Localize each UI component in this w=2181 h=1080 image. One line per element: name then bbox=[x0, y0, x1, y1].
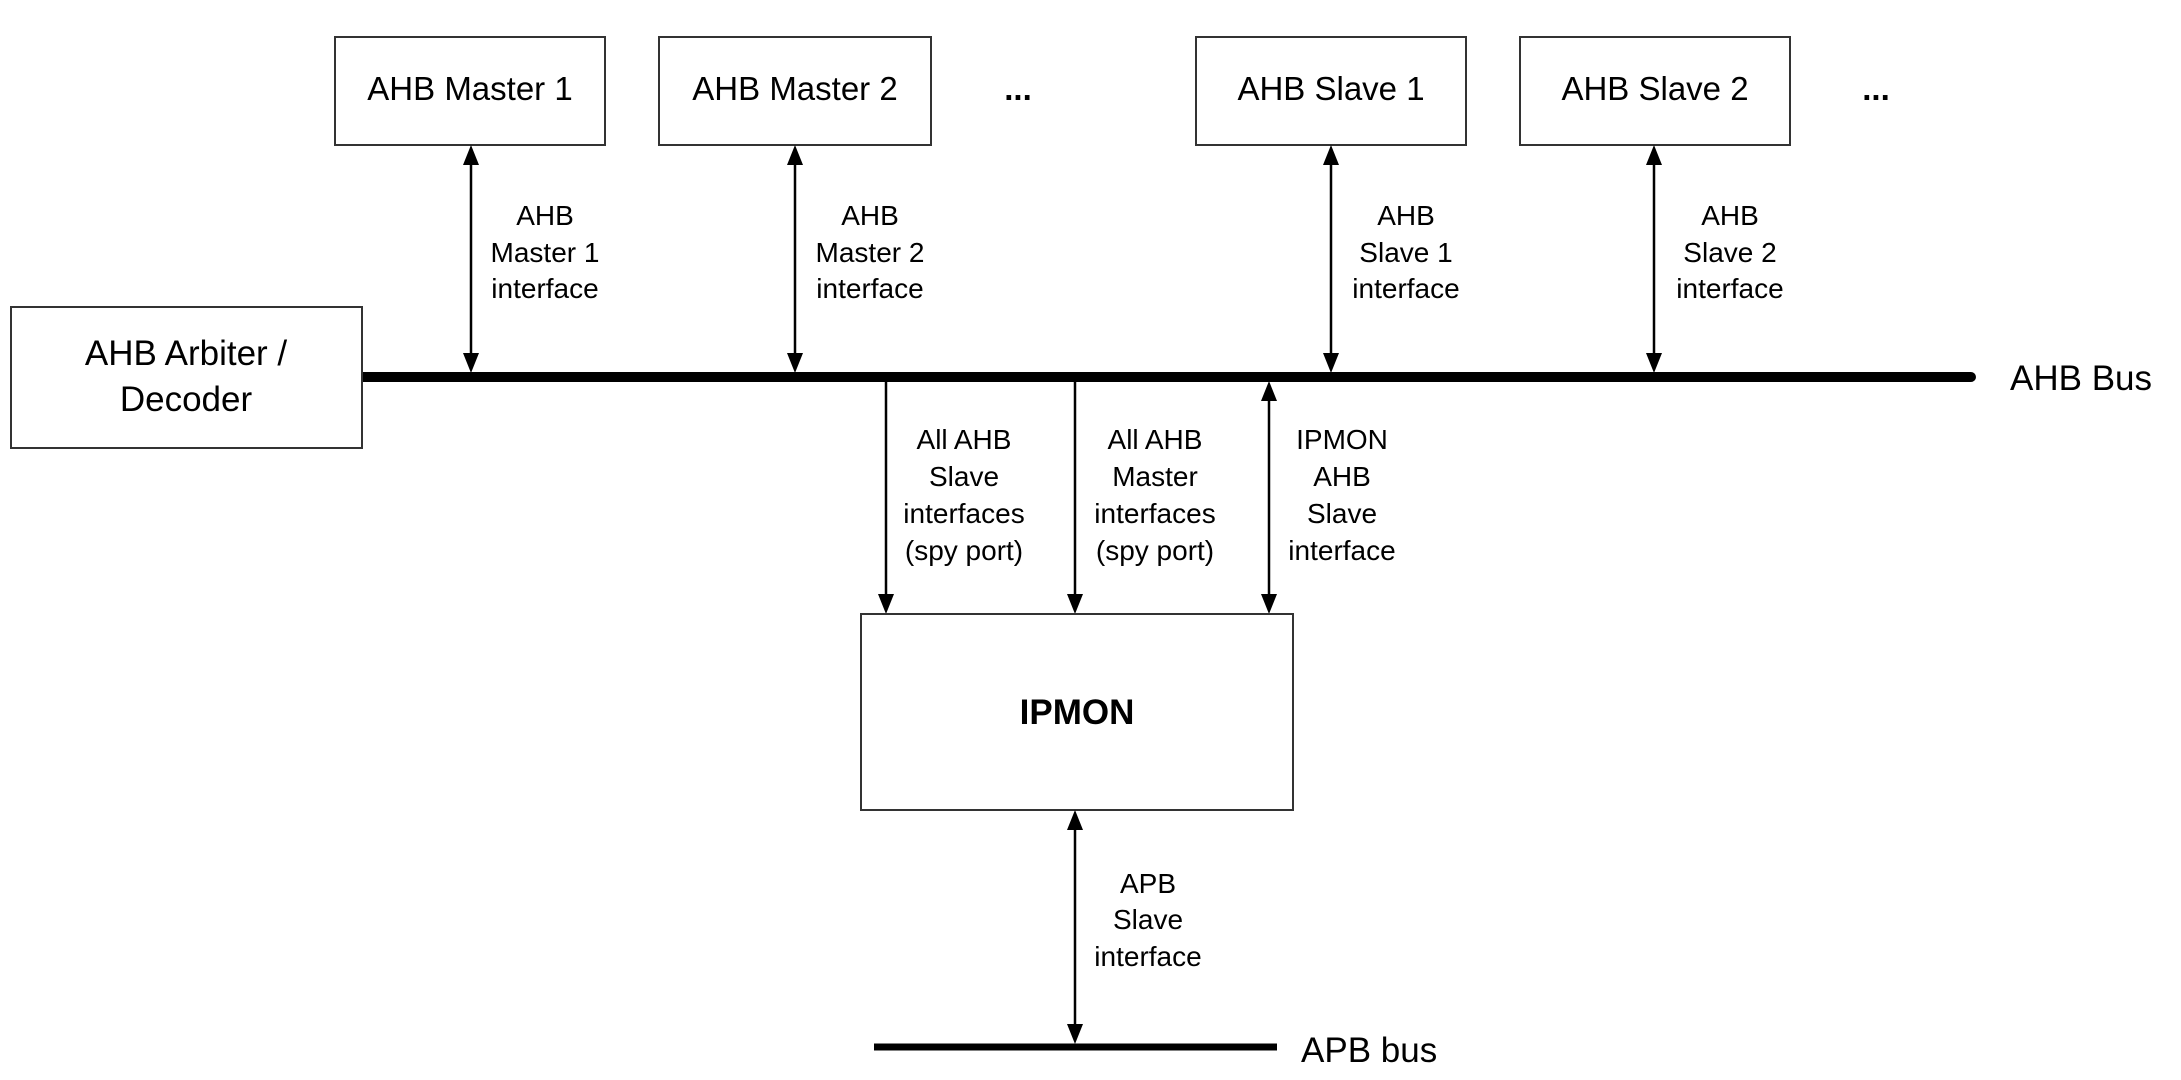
ipmon-slave-line4: interface bbox=[1288, 535, 1395, 566]
ipmon-slave-line2: AHB bbox=[1313, 461, 1371, 492]
slave-1-link: AHB Slave 1 interface bbox=[1323, 145, 1460, 373]
spy-slave-line2: Slave bbox=[929, 461, 999, 492]
arrow-down-icon bbox=[787, 353, 803, 373]
ipmon-ahb-slave-link: IPMON AHB Slave interface bbox=[1261, 381, 1396, 614]
arrow-up-icon bbox=[1067, 810, 1083, 830]
arbiter-label-line2: Decoder bbox=[120, 380, 253, 419]
slave-2-label: AHB Slave 2 bbox=[1561, 70, 1748, 107]
arrow-down-icon bbox=[1323, 353, 1339, 373]
spy-master-line4: (spy port) bbox=[1096, 535, 1214, 566]
slave-2-if-line2: Slave 2 bbox=[1683, 237, 1776, 268]
spy-slave-line4: (spy port) bbox=[905, 535, 1023, 566]
slave-1-if-line2: Slave 1 bbox=[1359, 237, 1452, 268]
master-2-block: AHB Master 2 bbox=[658, 36, 932, 146]
slaves-ellipsis: ... bbox=[1862, 70, 1890, 107]
arrow-down-icon bbox=[1067, 1024, 1083, 1044]
slave-2-if-line1: AHB bbox=[1701, 200, 1759, 231]
apb-link-line3: interface bbox=[1094, 941, 1201, 972]
master-1-if-line3: interface bbox=[491, 273, 598, 304]
master-2-if-line1: AHB bbox=[841, 200, 899, 231]
master-2-if-line3: interface bbox=[816, 273, 923, 304]
arrow-down-icon bbox=[1067, 594, 1083, 614]
arrow-up-icon bbox=[463, 145, 479, 165]
arrow-down-icon bbox=[878, 594, 894, 614]
arrow-up-icon bbox=[1261, 381, 1277, 401]
arbiter-box bbox=[10, 306, 363, 449]
master-1-if-line1: AHB bbox=[516, 200, 574, 231]
master-2-link: AHB Master 2 interface bbox=[787, 145, 924, 373]
arrow-down-icon bbox=[1261, 594, 1277, 614]
apb-link-line2: Slave bbox=[1113, 904, 1183, 935]
slave-1-if-line3: interface bbox=[1352, 273, 1459, 304]
arrow-up-icon bbox=[787, 145, 803, 165]
arrow-down-icon bbox=[463, 353, 479, 373]
master-1-label: AHB Master 1 bbox=[367, 70, 572, 107]
slave-1-if-line1: AHB bbox=[1377, 200, 1435, 231]
spy-master-link: All AHB Master interfaces (spy port) bbox=[1067, 382, 1216, 614]
apb-slave-link: APB Slave interface bbox=[1067, 810, 1202, 1044]
slave-1-block: AHB Slave 1 bbox=[1195, 36, 1467, 146]
spy-master-line3: interfaces bbox=[1094, 498, 1215, 529]
master-2-if-line2: Master 2 bbox=[816, 237, 925, 268]
spy-slave-line1: All AHB bbox=[917, 424, 1012, 455]
apb-bus-label: APB bus bbox=[1301, 1031, 1437, 1070]
spy-slave-line3: interfaces bbox=[903, 498, 1024, 529]
spy-slave-link: All AHB Slave interfaces (spy port) bbox=[878, 382, 1025, 614]
ipmon-slave-line3: Slave bbox=[1307, 498, 1377, 529]
arbiter-label-line1: AHB Arbiter / bbox=[85, 334, 288, 373]
masters-ellipsis: ... bbox=[1004, 70, 1032, 107]
ipmon-block: IPMON bbox=[860, 613, 1294, 811]
slave-1-label: AHB Slave 1 bbox=[1237, 70, 1424, 107]
ipmon-slave-line1: IPMON bbox=[1296, 424, 1388, 455]
arrow-down-icon bbox=[1646, 353, 1662, 373]
apb-link-line1: APB bbox=[1120, 868, 1176, 899]
spy-master-line1: All AHB bbox=[1108, 424, 1203, 455]
ipmon-label: IPMON bbox=[1020, 693, 1135, 732]
ipmon-block-diagram: AHB Bus AHB Arbiter / Decoder AHB Master… bbox=[10, 36, 2152, 1070]
master-1-link: AHB Master 1 interface bbox=[463, 145, 599, 373]
slave-2-link: AHB Slave 2 interface bbox=[1646, 145, 1784, 373]
arbiter-block: AHB Arbiter / Decoder bbox=[10, 306, 363, 449]
slave-2-if-line3: interface bbox=[1676, 273, 1783, 304]
master-1-if-line2: Master 1 bbox=[491, 237, 600, 268]
slave-2-block: AHB Slave 2 bbox=[1519, 36, 1791, 146]
master-2-label: AHB Master 2 bbox=[692, 70, 897, 107]
spy-master-line2: Master bbox=[1112, 461, 1198, 492]
master-1-block: AHB Master 1 bbox=[334, 36, 606, 146]
arrow-up-icon bbox=[1646, 145, 1662, 165]
ahb-bus-label: AHB Bus bbox=[2010, 359, 2152, 398]
arrow-up-icon bbox=[1323, 145, 1339, 165]
